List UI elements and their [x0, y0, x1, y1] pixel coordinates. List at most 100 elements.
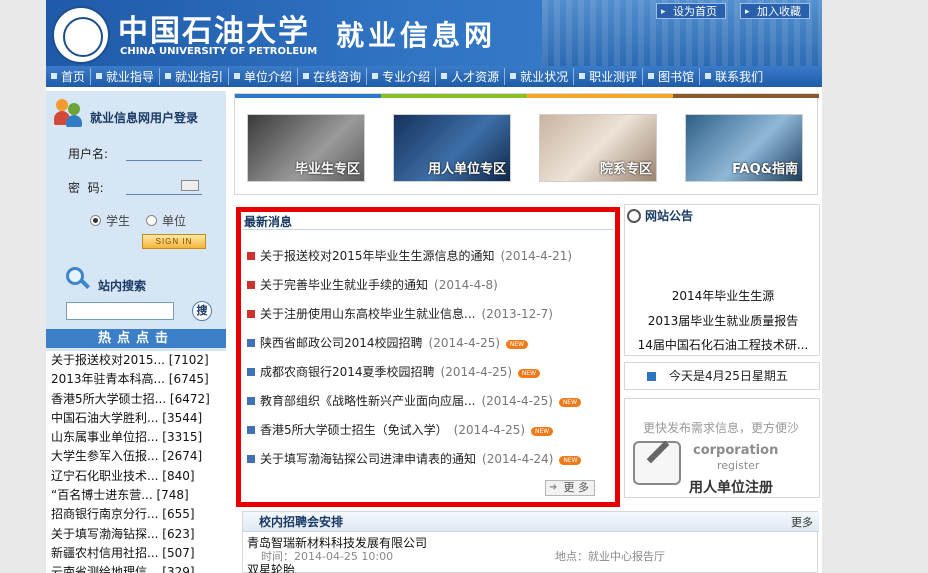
school-name-en: CHINA UNIVERSITY OF PETROLEUM [120, 46, 318, 57]
hot-clicks-title: 热点点击 [46, 329, 226, 348]
left-sidebar: 就业信息网用户登录 用户名: 密 码: 学生 单位 SIGN IN 站内搜索 搜… [46, 91, 226, 573]
username-label: 用户名: [68, 147, 109, 161]
hot-item[interactable]: 山东属事业单位招... [3315] [46, 428, 226, 447]
users-icon [54, 99, 84, 127]
news-item[interactable]: 成都农商银行2014夏季校园招聘 (2014-4-25) NEW [247, 364, 541, 380]
site-title: 就业信息网 [336, 19, 497, 52]
role-company-label: 单位 [162, 214, 187, 228]
role-student-radio[interactable]: 学生 [90, 212, 130, 229]
tab-label: FAQ&指南 [732, 162, 798, 177]
news-date: (2014-4-25) [481, 394, 553, 408]
bullet-icon [247, 339, 255, 347]
role-company-radio[interactable]: 单位 [146, 212, 186, 229]
nav-item-contact[interactable]: 联系我们 [699, 68, 768, 85]
news-item[interactable]: 陕西省邮政公司2014校园招聘 (2014-4-25) NEW [247, 335, 529, 351]
bullet-icon [247, 426, 255, 434]
nav-item-career-test[interactable]: 职业测评 [573, 68, 642, 85]
site-header: 中国石油大学 CHINA UNIVERSITY OF PETROLEUM 就业信… [46, 0, 822, 66]
bullet-icon [247, 252, 255, 260]
news-title: 关于完善毕业生就业手续的通知 [260, 278, 429, 292]
employers-image: 用人单位专区 [393, 114, 511, 182]
recruitment-more-link[interactable]: 更多 [791, 514, 813, 530]
news-date: (2014-4-25) [453, 423, 526, 437]
nav-item-library[interactable]: 图书馆 [642, 68, 699, 85]
news-title: 香港5所大学硕士招生（免试入学） [260, 423, 448, 437]
tab-color-bar [527, 94, 673, 98]
nav-item-consult[interactable]: 在线咨询 [297, 68, 366, 85]
search-input[interactable] [66, 302, 174, 320]
tab-employers[interactable]: 用人单位专区 [381, 94, 527, 196]
nav-item-companies[interactable]: 单位介绍 [228, 68, 297, 85]
news-item[interactable]: 关于报送校对2015年毕业生生源信息的通知 (2014-4-21) [247, 248, 572, 264]
employer-register-title: 用人单位注册 [689, 480, 773, 496]
announcements-title-text: 网站公告 [645, 209, 694, 223]
add-favorite-button[interactable]: 加入收藏 [740, 3, 810, 20]
nav-item-home[interactable]: 首页 [46, 68, 90, 85]
news-more-button[interactable]: 更 多 [545, 480, 595, 496]
nav-item-majors[interactable]: 专业介绍 [366, 68, 435, 85]
news-date: (2014-4-25) [440, 365, 513, 379]
tab-faq[interactable]: FAQ&指南 [673, 94, 819, 196]
news-item[interactable]: 关于完善毕业生就业手续的通知 (2014-4-8) [247, 277, 498, 293]
set-homepage-button[interactable]: 设为首页 [656, 3, 726, 20]
hot-item[interactable]: 香港5所大学硕士招... [6472] [46, 390, 226, 409]
bullet-icon [247, 397, 255, 405]
bullet-icon [247, 368, 255, 376]
news-date: (2014-4-8) [434, 278, 498, 292]
new-badge: NEW [558, 398, 581, 407]
news-date: (2014-4-24) [482, 452, 554, 466]
sign-in-button[interactable]: SIGN IN [142, 234, 206, 249]
school-name-cn: 中国石油大学 [118, 14, 310, 49]
notice-item[interactable]: 2013届毕业生就业质量报告 [625, 312, 821, 329]
announcements-panel: 网站公告 2014年毕业生生源 2013届毕业生就业质量报告 14届中国石化石油… [624, 204, 820, 356]
employer-register-banner[interactable]: 更快发布需求信息，更方便沙 corporation register 用人单位注… [624, 398, 820, 498]
tab-graduates[interactable]: 毕业生专区 [235, 94, 381, 196]
tab-departments[interactable]: 院系专区 [527, 94, 673, 196]
bullet-icon [247, 455, 255, 463]
search-button[interactable]: 搜 [192, 301, 212, 321]
news-title: 教育部组织《战略性新兴产业面向应届... [260, 394, 476, 408]
nav-item-talent[interactable]: 人才资源 [435, 68, 504, 85]
login-title: 就业信息网用户登录 [90, 111, 199, 125]
new-badge: NEW [518, 369, 541, 378]
role-student-label: 学生 [106, 214, 131, 228]
hot-item[interactable]: 关于填写渤海钻探... [623] [46, 525, 226, 544]
nav-item-guide[interactable]: 就业指引 [159, 68, 228, 85]
hot-item[interactable]: 招商银行南京分行... [655] [46, 505, 226, 524]
new-badge: NEW [531, 427, 554, 436]
zone-tabs: 毕业生专区 用人单位专区 院系专区 FAQ&指南 [234, 93, 819, 196]
recruit-company[interactable]: 双星轮胎 [247, 561, 295, 573]
news-title: 陕西省邮政公司2014校园招聘 [260, 336, 423, 350]
hot-item[interactable]: 辽宁石化职业技术... [840] [46, 467, 226, 486]
site-search-title: 站内搜索 [98, 279, 147, 293]
keyboard-icon[interactable] [181, 180, 199, 191]
notice-item[interactable]: 2014年毕业生生源 [625, 287, 821, 304]
pencil-icon [633, 441, 681, 485]
faq-image: FAQ&指南 [685, 114, 803, 182]
hot-item[interactable]: “百名博士进东营... [748] [46, 486, 226, 505]
notice-item[interactable]: 14届中国石化石油工程技术研... [625, 336, 821, 353]
hot-item[interactable]: 新疆农村信用社招... [507] [46, 544, 226, 563]
hot-item[interactable]: 2013年驻青本科高... [6745] [46, 370, 226, 389]
nav-item-guidance[interactable]: 就业指导 [90, 68, 159, 85]
nav-item-employment-status[interactable]: 就业状况 [504, 68, 573, 85]
news-item[interactable]: 香港5所大学硕士招生（免试入学） (2014-4-25) NEW [247, 422, 554, 438]
bullet-icon [247, 281, 255, 289]
tab-label: 用人单位专区 [427, 162, 506, 177]
news-title: 关于注册使用山东高校毕业生就业信息... [260, 307, 476, 321]
username-input[interactable] [126, 145, 202, 161]
register-tagline: 更快发布需求信息，更方便沙 [643, 421, 800, 435]
hot-item[interactable]: 大学生参军入伍报... [2674] [46, 447, 226, 466]
hot-item[interactable]: 云南省测绘地理信... [329] [46, 563, 226, 573]
news-item[interactable]: 关于填写渤海钻探公司进津申请表的通知 (2014-4-24) NEW [247, 451, 582, 467]
news-item[interactable]: 教育部组织《战略性新兴产业面向应届... (2014-4-25) NEW [247, 393, 581, 409]
hot-item[interactable]: 中国石油大学胜利... [3544] [46, 409, 226, 428]
news-date: (2014-4-25) [428, 336, 501, 350]
today-date: 今天是4月25日星期五 [624, 362, 820, 390]
latest-news-title: 最新消息 [244, 215, 293, 229]
news-item[interactable]: 关于注册使用山东高校毕业生就业信息... (2013-12-7) [247, 306, 553, 322]
search-icon [66, 267, 92, 293]
register-reg-text: register [717, 459, 760, 472]
hot-item[interactable]: 关于报送校对2015... [7102] [46, 351, 226, 370]
announcements-title: 网站公告 [627, 207, 693, 224]
